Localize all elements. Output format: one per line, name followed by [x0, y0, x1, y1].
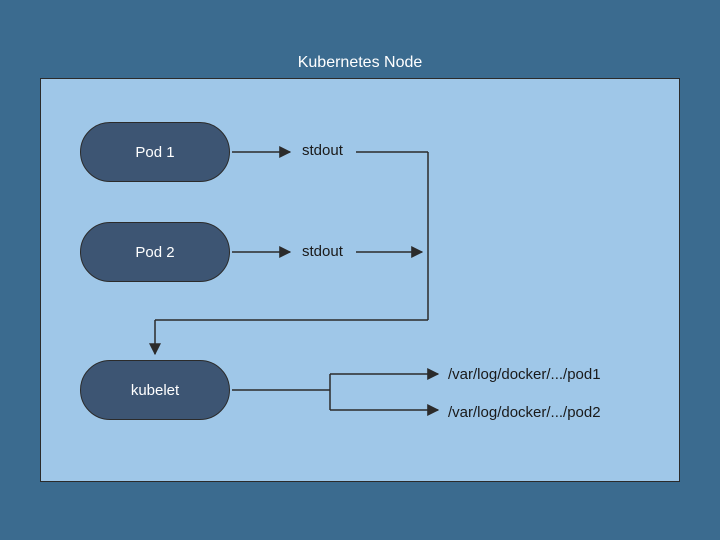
pod-2-label: Pod 2 [135, 244, 174, 261]
stdout-1-label: stdout [302, 142, 343, 159]
log-path-1-label: /var/log/docker/.../pod1 [448, 366, 601, 383]
diagram-title: Kubernetes Node [0, 54, 720, 72]
pod-2-node: Pod 2 [80, 222, 230, 282]
pod-1-label: Pod 1 [135, 144, 174, 161]
kubelet-node: kubelet [80, 360, 230, 420]
log-path-2-label: /var/log/docker/.../pod2 [448, 404, 601, 421]
pod-1-node: Pod 1 [80, 122, 230, 182]
stdout-2-label: stdout [302, 243, 343, 260]
kubelet-label: kubelet [131, 382, 179, 399]
